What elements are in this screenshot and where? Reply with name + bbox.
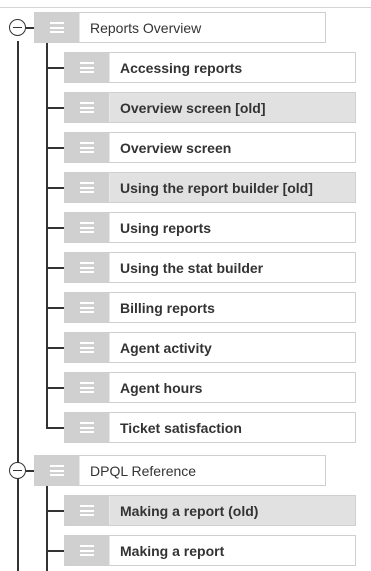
tree-connector-line	[46, 227, 64, 229]
drag-handle-icon[interactable]	[65, 173, 110, 202]
tree-item-label: Overview screen [old]	[120, 99, 266, 116]
tree-item[interactable]: Agent hours	[64, 372, 356, 403]
tree-connector-line	[46, 67, 64, 69]
tree-item[interactable]: Overview screen	[64, 132, 356, 163]
section-title: Reports Overview	[90, 19, 202, 36]
drag-handle-icon[interactable]	[65, 536, 110, 565]
tree-item-label: Ticket satisfaction	[120, 419, 242, 436]
collapse-minus-icon[interactable]	[9, 19, 26, 36]
tree-connector-line	[26, 470, 34, 472]
sub-tree-line	[46, 43, 48, 428]
tree-connector-line	[46, 187, 64, 189]
tree-item-label: Using the report builder [old]	[120, 179, 313, 196]
drag-handle-icon[interactable]	[65, 413, 110, 442]
top-divider	[0, 7, 371, 8]
drag-handle-icon[interactable]	[65, 133, 110, 162]
tree-item-label: Accessing reports	[120, 59, 243, 76]
tree-connector-line	[46, 307, 64, 309]
section-title: DPQL Reference	[90, 462, 197, 479]
tree-item[interactable]: Using the report builder [old]	[64, 172, 356, 203]
drag-handle-icon[interactable]	[65, 496, 110, 525]
tree-connector-line	[46, 427, 64, 429]
tree-connector-line	[46, 510, 64, 512]
drag-handle-icon[interactable]	[65, 213, 110, 242]
section-node[interactable]: DPQL Reference	[34, 455, 326, 486]
tree-item[interactable]: Ticket satisfaction	[64, 412, 356, 443]
tree-connector-line	[46, 107, 64, 109]
tree-connector-line	[46, 147, 64, 149]
drag-handle-icon[interactable]	[35, 13, 80, 42]
tree-item-label: Agent activity	[120, 339, 212, 356]
tree-item-label: Making a report (old)	[120, 502, 259, 519]
tree-item-label: Using reports	[120, 219, 212, 236]
tree-item-label: Making a report	[120, 542, 225, 559]
drag-handle-icon[interactable]	[65, 53, 110, 82]
drag-handle-icon[interactable]	[65, 293, 110, 322]
tree-connector-line	[26, 27, 34, 29]
tree-item-label: Using the stat builder	[120, 259, 264, 276]
tree-connector-line	[46, 347, 64, 349]
tree-item[interactable]: Accessing reports	[64, 52, 356, 83]
tree-connector-line	[46, 550, 64, 552]
tree-trunk-line	[17, 41, 19, 571]
drag-handle-icon[interactable]	[65, 373, 110, 402]
tree-item[interactable]: Making a report (old)	[64, 495, 356, 526]
tree-item[interactable]: Using the stat builder	[64, 252, 356, 283]
tree-item[interactable]: Using reports	[64, 212, 356, 243]
tree-item[interactable]: Overview screen [old]	[64, 92, 356, 123]
drag-handle-icon[interactable]	[65, 253, 110, 282]
tree-connector-line	[46, 267, 64, 269]
collapse-minus-icon[interactable]	[9, 462, 26, 479]
tree-item-label: Billing reports	[120, 299, 215, 316]
sub-tree-line	[46, 486, 48, 571]
tree-item[interactable]: Billing reports	[64, 292, 356, 323]
tree-connector-line	[46, 387, 64, 389]
drag-handle-icon[interactable]	[35, 456, 80, 485]
drag-handle-icon[interactable]	[65, 93, 110, 122]
drag-handle-icon[interactable]	[65, 333, 110, 362]
tree-item-label: Overview screen	[120, 139, 232, 156]
tree-item-label: Agent hours	[120, 379, 203, 396]
section-node[interactable]: Reports Overview	[34, 12, 326, 43]
tree-item[interactable]: Agent activity	[64, 332, 356, 363]
tree-item[interactable]: Making a report	[64, 535, 356, 566]
